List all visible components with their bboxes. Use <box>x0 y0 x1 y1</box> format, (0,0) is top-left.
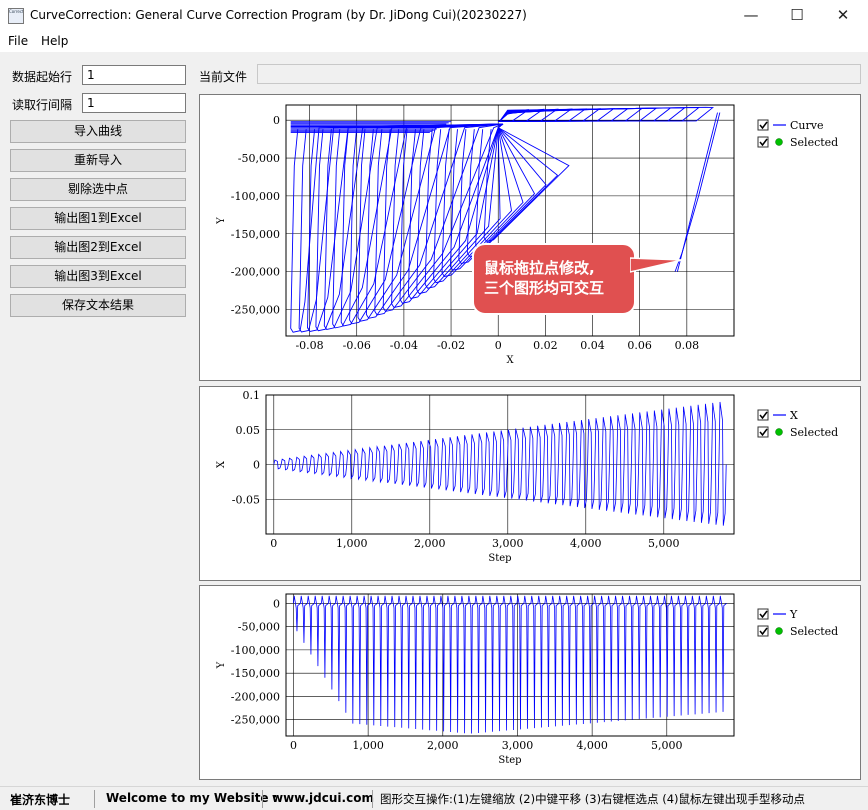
export-chart2-button[interactable]: 输出图2到Excel <box>10 236 186 259</box>
y-tick-label: -50,000 <box>238 621 280 634</box>
callout-text: 鼠标拖拉点修改, 三个图形均可交互 <box>484 259 605 297</box>
y-tick-label: -150,000 <box>231 228 280 241</box>
start-row-input[interactable] <box>82 65 186 85</box>
status-bar: 崔济东博士 Welcome to my Website : www.jdcui.… <box>0 786 868 810</box>
y-tick-label: 0 <box>253 459 260 472</box>
menu-help[interactable]: Help <box>41 34 68 48</box>
y-axis-label: X <box>216 460 227 468</box>
x-tick-label: 3,000 <box>502 739 534 752</box>
x-axis-label: Step <box>488 553 511 564</box>
x-tick-label: -0.06 <box>343 339 371 352</box>
export-chart3-button[interactable]: 输出图3到Excel <box>10 265 186 288</box>
legend-dot-icon <box>775 627 783 635</box>
x-tick-label: 0.08 <box>675 339 700 352</box>
status-hint: 图形交互操作:(1)左键缩放 (2)中键平移 (3)右键框选点 (4)鼠标左键出… <box>380 792 805 806</box>
x-tick-label: -0.04 <box>390 339 418 352</box>
import-curve-button[interactable]: 导入曲线 <box>10 120 186 143</box>
app-icon: Correct <box>8 8 24 24</box>
y-tick-label: -0.05 <box>232 493 260 506</box>
chart1-panel[interactable]: -0.08 -0.06 -0.04 -0.02 0 0.02 0.04 0.06 0.08 0 -5… <box>199 94 861 381</box>
legend-dot-icon <box>775 138 783 146</box>
x-axis-label: Step <box>498 755 521 766</box>
callout-pointer <box>630 257 683 273</box>
chart3-panel[interactable]: 0 1,000 2,000 3,000 4,000 5,000 0 -50,000 -100,0… <box>199 585 861 780</box>
x-tick-label: -0.02 <box>437 339 465 352</box>
chart2-panel[interactable]: 0 1,000 2,000 3,000 4,000 5,000 0.1 0.05 0 -0.05 S… <box>199 386 861 581</box>
y-tick-label: -200,000 <box>231 690 280 703</box>
save-text-button[interactable]: 保存文本结果 <box>10 294 186 317</box>
legend-entry: Selected <box>790 426 838 439</box>
status-separator <box>94 790 95 808</box>
chart2-svg[interactable]: 0 1,000 2,000 3,000 4,000 5,000 0.1 0.05 0 -0.05 S… <box>200 387 860 580</box>
maximize-icon: ☐ <box>790 6 804 24</box>
y-tick-label: 0 <box>273 114 280 127</box>
y-tick-label: -250,000 <box>231 303 280 316</box>
y-tick-label: 0.05 <box>236 424 261 437</box>
remove-selected-button[interactable]: 剔除选中点 <box>10 178 186 201</box>
maximize-button[interactable]: ☐ <box>774 0 820 32</box>
x-tick-label: 0 <box>270 537 277 550</box>
y-tick-label: 0.1 <box>243 389 261 402</box>
chart3-svg[interactable]: 0 1,000 2,000 3,000 4,000 5,000 0 -50,000 -100,0… <box>200 586 860 779</box>
status-separator <box>262 790 263 808</box>
x-tick-label: 0.04 <box>580 339 605 352</box>
x-tick-label: 5,000 <box>648 537 680 550</box>
interval-input[interactable] <box>82 93 186 113</box>
x-tick-label: 0 <box>290 739 297 752</box>
x-tick-label: 4,000 <box>576 739 608 752</box>
y-axis-label: Y <box>216 661 227 669</box>
legend-entry: Y <box>789 608 798 621</box>
close-icon: ✕ <box>836 6 850 24</box>
x-tick-label: 2,000 <box>414 537 446 550</box>
window-title: CurveCorrection: General Curve Correctio… <box>30 8 527 22</box>
y-tick-label: -50,000 <box>238 152 280 165</box>
status-author: 崔济东博士 <box>10 793 71 807</box>
chart1-svg[interactable]: -0.08 -0.06 -0.04 -0.02 0 0.02 0.04 0.06 0.08 0 -5… <box>200 95 860 380</box>
export-chart1-button[interactable]: 输出图1到Excel <box>10 207 186 230</box>
minimize-icon: — <box>743 6 759 24</box>
current-file-label: 当前文件 <box>199 70 248 84</box>
x-tick-label: 0 <box>495 339 502 352</box>
status-separator <box>372 790 373 808</box>
close-button[interactable]: ✕ <box>820 0 866 32</box>
y-tick-label: -250,000 <box>231 714 280 727</box>
x-tick-label: 0.06 <box>627 339 652 352</box>
title-bar: Correct CurveCorrection: General Curve C… <box>0 0 868 32</box>
interval-label: 读取行间隔 <box>12 98 73 112</box>
x-tick-label: 1,000 <box>352 739 384 752</box>
y-tick-label: -200,000 <box>231 266 280 279</box>
x-tick-label: 1,000 <box>336 537 368 550</box>
x-tick-label: 0.02 <box>533 339 558 352</box>
menu-file[interactable]: File <box>8 34 28 48</box>
status-welcome: Welcome to my Website : <box>106 791 278 805</box>
legend-entry: Curve <box>790 119 823 132</box>
legend-dot-icon <box>775 428 783 436</box>
start-row-label: 数据起始行 <box>12 70 73 84</box>
x-axis-label: X <box>506 355 514 366</box>
x-tick-label: 3,000 <box>492 537 524 550</box>
x-tick-label: 2,000 <box>427 739 459 752</box>
app-icon-text: Correct <box>9 9 24 14</box>
y-tick-label: -100,000 <box>231 190 280 203</box>
y-tick-label: -150,000 <box>231 667 280 680</box>
y-axis-label: Y <box>216 217 227 225</box>
minimize-button[interactable]: — <box>728 0 774 32</box>
legend-entry: Selected <box>790 625 838 638</box>
status-website-link[interactable]: www.jdcui.com <box>272 791 374 805</box>
x-tick-label: 4,000 <box>570 537 602 550</box>
y-tick-label: -100,000 <box>231 644 280 657</box>
reimport-button[interactable]: 重新导入 <box>10 149 186 172</box>
x-tick-label: -0.08 <box>295 339 323 352</box>
legend-entry: X <box>790 409 798 422</box>
y-tick-label: 0 <box>273 597 280 610</box>
current-file-field[interactable] <box>257 64 861 84</box>
legend-entry: Selected <box>790 136 838 149</box>
x-tick-label: 5,000 <box>651 739 683 752</box>
menu-bar: File Help <box>0 32 868 52</box>
